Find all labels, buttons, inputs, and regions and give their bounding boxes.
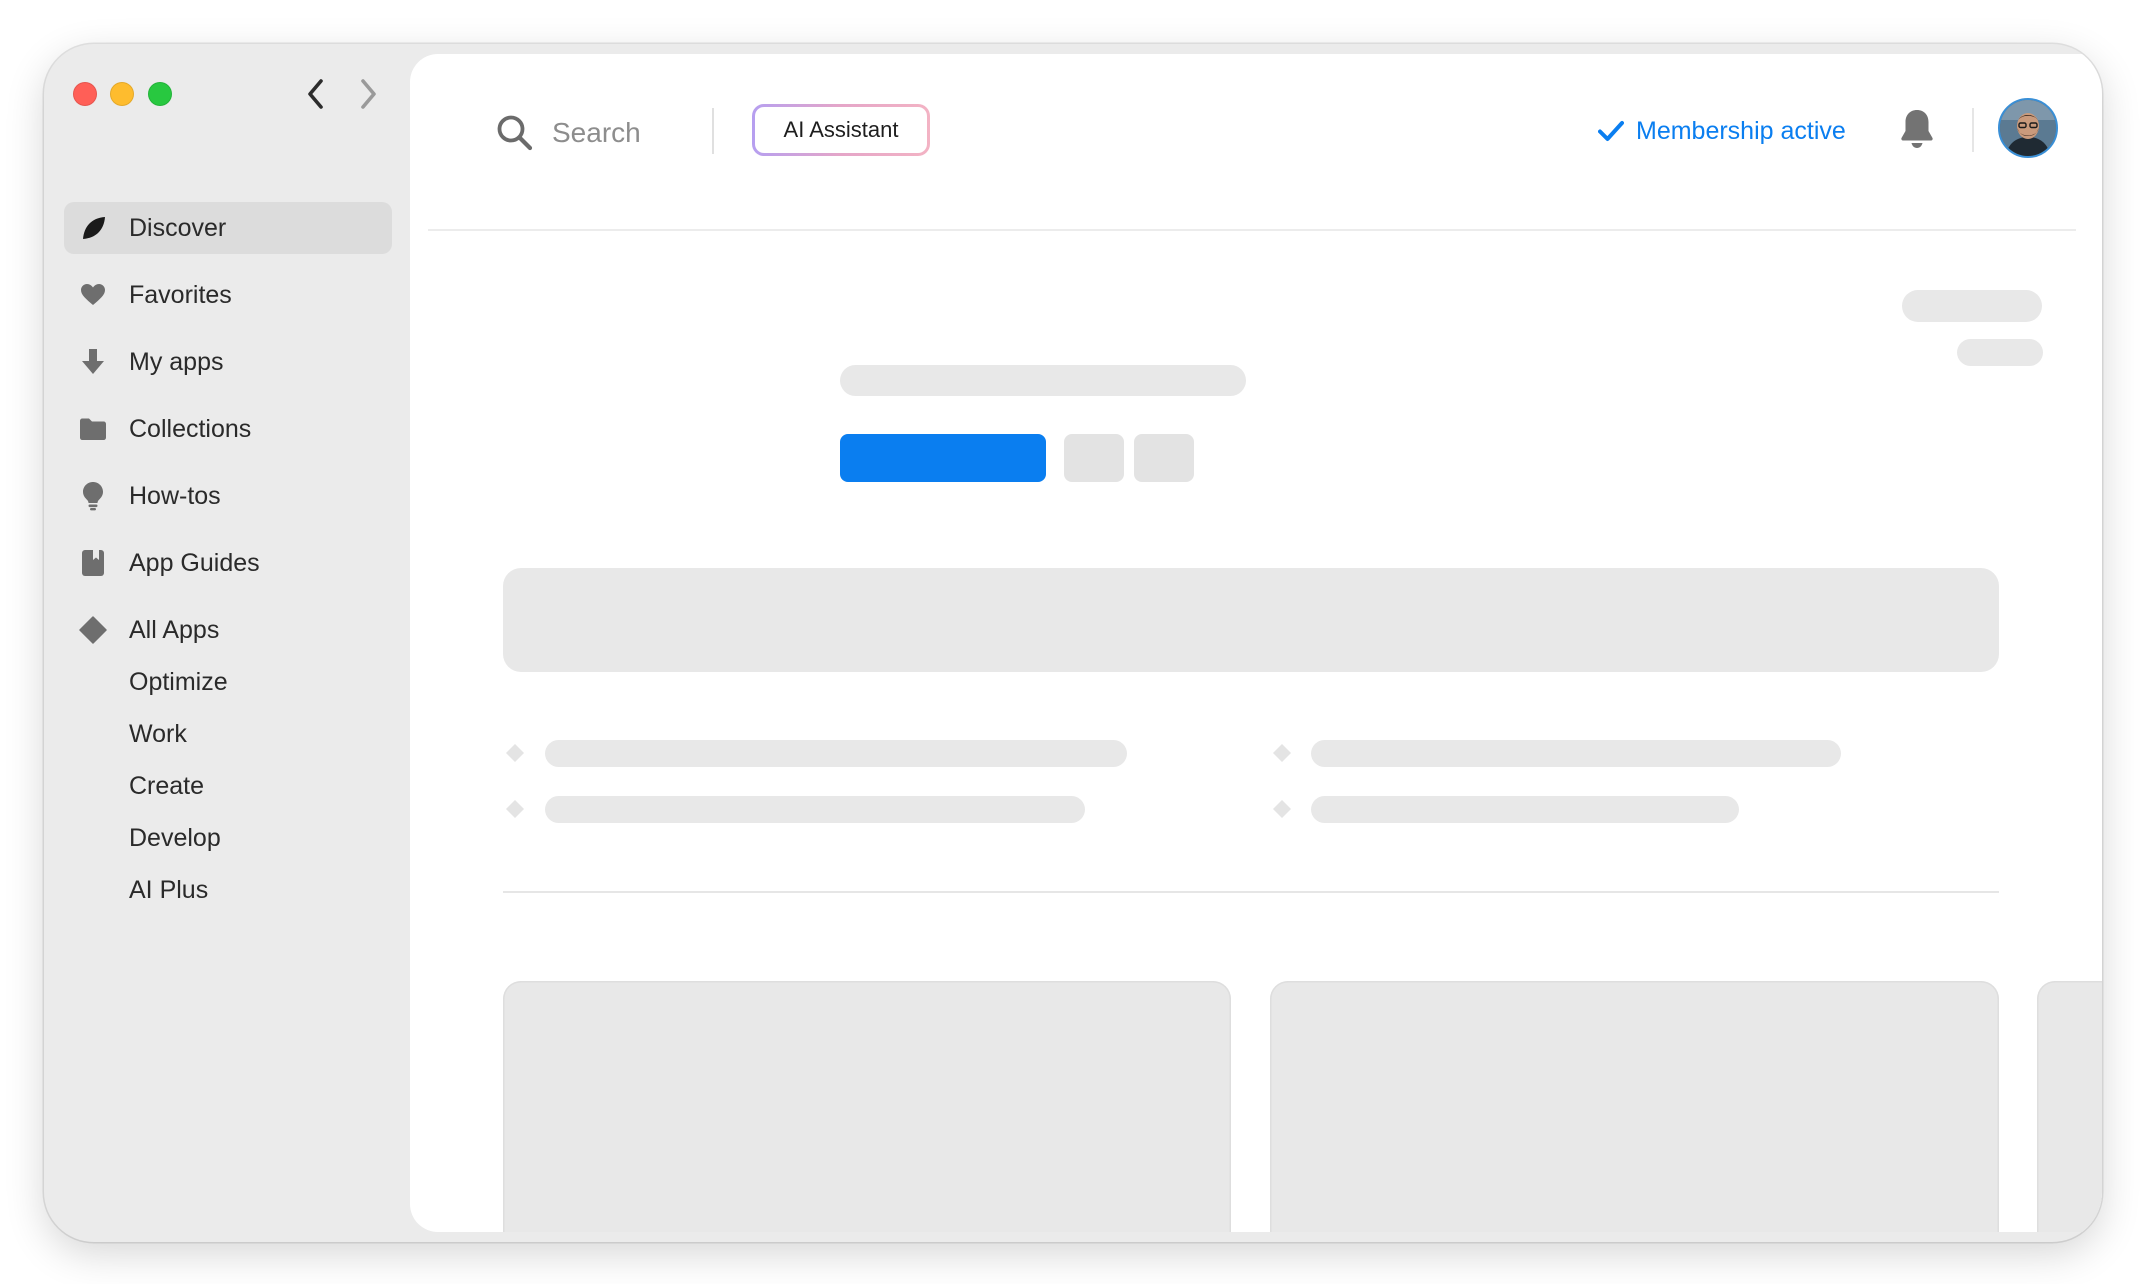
- folder-icon: [78, 414, 108, 444]
- window-close-button[interactable]: [73, 82, 97, 106]
- skeleton-card: [1270, 981, 1999, 1232]
- sidebar-item-app-guides[interactable]: App Guides: [64, 537, 392, 589]
- notifications-button[interactable]: [1894, 104, 1940, 154]
- primary-action-button[interactable]: [840, 434, 1046, 482]
- skeleton-line: [545, 796, 1085, 823]
- sidebar-subitem-label: Work: [129, 719, 187, 748]
- bullet-diamond-icon: [506, 744, 524, 762]
- heart-icon: [78, 280, 108, 310]
- ai-assistant-button[interactable]: AI Assistant: [752, 104, 930, 156]
- chevron-left-icon: [308, 79, 323, 109]
- secondary-button[interactable]: [1064, 434, 1124, 482]
- skeleton-card: [503, 981, 1231, 1232]
- window-maximize-button[interactable]: [148, 82, 172, 106]
- search-input[interactable]: Search: [496, 108, 641, 158]
- sidebar-subitem-label: Develop: [129, 823, 221, 852]
- section-divider: [503, 891, 1999, 893]
- sidebar-item-how-tos[interactable]: How-tos: [64, 470, 392, 522]
- skeleton-placeholder: [1902, 290, 2042, 322]
- sidebar-item-all-apps[interactable]: All Apps: [64, 604, 392, 656]
- sidebar-subitem-develop[interactable]: Develop: [64, 812, 392, 864]
- back-button[interactable]: [298, 76, 334, 112]
- sidebar-subitem-ai-plus[interactable]: AI Plus: [64, 864, 392, 916]
- sidebar-item-collections[interactable]: Collections: [64, 403, 392, 455]
- sidebar-item-label: Discover: [129, 213, 227, 242]
- sidebar-item-label: How-tos: [129, 481, 221, 510]
- bullet-diamond-icon: [506, 800, 524, 818]
- bullet-diamond-icon: [1273, 744, 1291, 762]
- bullet-diamond-icon: [1273, 800, 1291, 818]
- lightbulb-icon: [78, 481, 108, 511]
- skeleton-line: [1311, 740, 1841, 767]
- sidebar-item-label: Collections: [129, 414, 252, 443]
- sidebar-subitem-label: AI Plus: [129, 875, 209, 904]
- sidebar-item-my-apps[interactable]: My apps: [64, 336, 392, 388]
- sidebar: Discover Favorites My apps Collections H…: [64, 202, 392, 916]
- user-photo-icon: [2000, 100, 2056, 156]
- top-bar: Search AI Assistant Membership active: [428, 54, 2076, 231]
- diamond-icon: [78, 615, 108, 645]
- checkmark-icon: [1598, 121, 1624, 141]
- divider: [712, 108, 714, 154]
- skeleton-placeholder: [1957, 339, 2043, 366]
- chevron-right-icon: [361, 79, 376, 109]
- sidebar-item-label: Favorites: [129, 280, 232, 309]
- avatar[interactable]: [1998, 98, 2058, 158]
- sidebar-subitem-create[interactable]: Create: [64, 760, 392, 812]
- sidebar-item-discover[interactable]: Discover: [64, 202, 392, 254]
- search-placeholder: Search: [552, 117, 641, 148]
- main-content: Search AI Assistant Membership active: [410, 54, 2102, 1232]
- skeleton-line: [545, 740, 1127, 767]
- sidebar-item-label: My apps: [129, 347, 224, 376]
- ai-assistant-label: AI Assistant: [755, 107, 927, 153]
- leaf-icon: [78, 213, 108, 243]
- membership-label: Membership active: [1636, 116, 1846, 145]
- forward-button[interactable]: [350, 76, 386, 112]
- sidebar-item-label: All Apps: [129, 615, 220, 644]
- search-icon: [497, 115, 533, 151]
- bell-icon: [1901, 110, 1933, 148]
- skeleton-card: [2037, 981, 2102, 1232]
- book-icon: [78, 548, 108, 578]
- sidebar-item-label: App Guides: [129, 548, 260, 577]
- sidebar-subitem-optimize[interactable]: Optimize: [64, 656, 392, 708]
- sidebar-subitem-label: Optimize: [129, 667, 228, 696]
- skeleton-line: [1311, 796, 1739, 823]
- download-arrow-icon: [78, 347, 108, 377]
- sidebar-subitem-work[interactable]: Work: [64, 708, 392, 760]
- skeleton-title: [840, 365, 1246, 396]
- membership-status[interactable]: Membership active: [1598, 108, 1846, 154]
- divider: [1972, 108, 1974, 152]
- sidebar-subitem-label: Create: [129, 771, 205, 800]
- window-minimize-button[interactable]: [110, 82, 134, 106]
- skeleton-banner: [503, 568, 1999, 672]
- secondary-button[interactable]: [1134, 434, 1194, 482]
- app-window: Discover Favorites My apps Collections H…: [44, 44, 2102, 1242]
- sidebar-item-favorites[interactable]: Favorites: [64, 269, 392, 321]
